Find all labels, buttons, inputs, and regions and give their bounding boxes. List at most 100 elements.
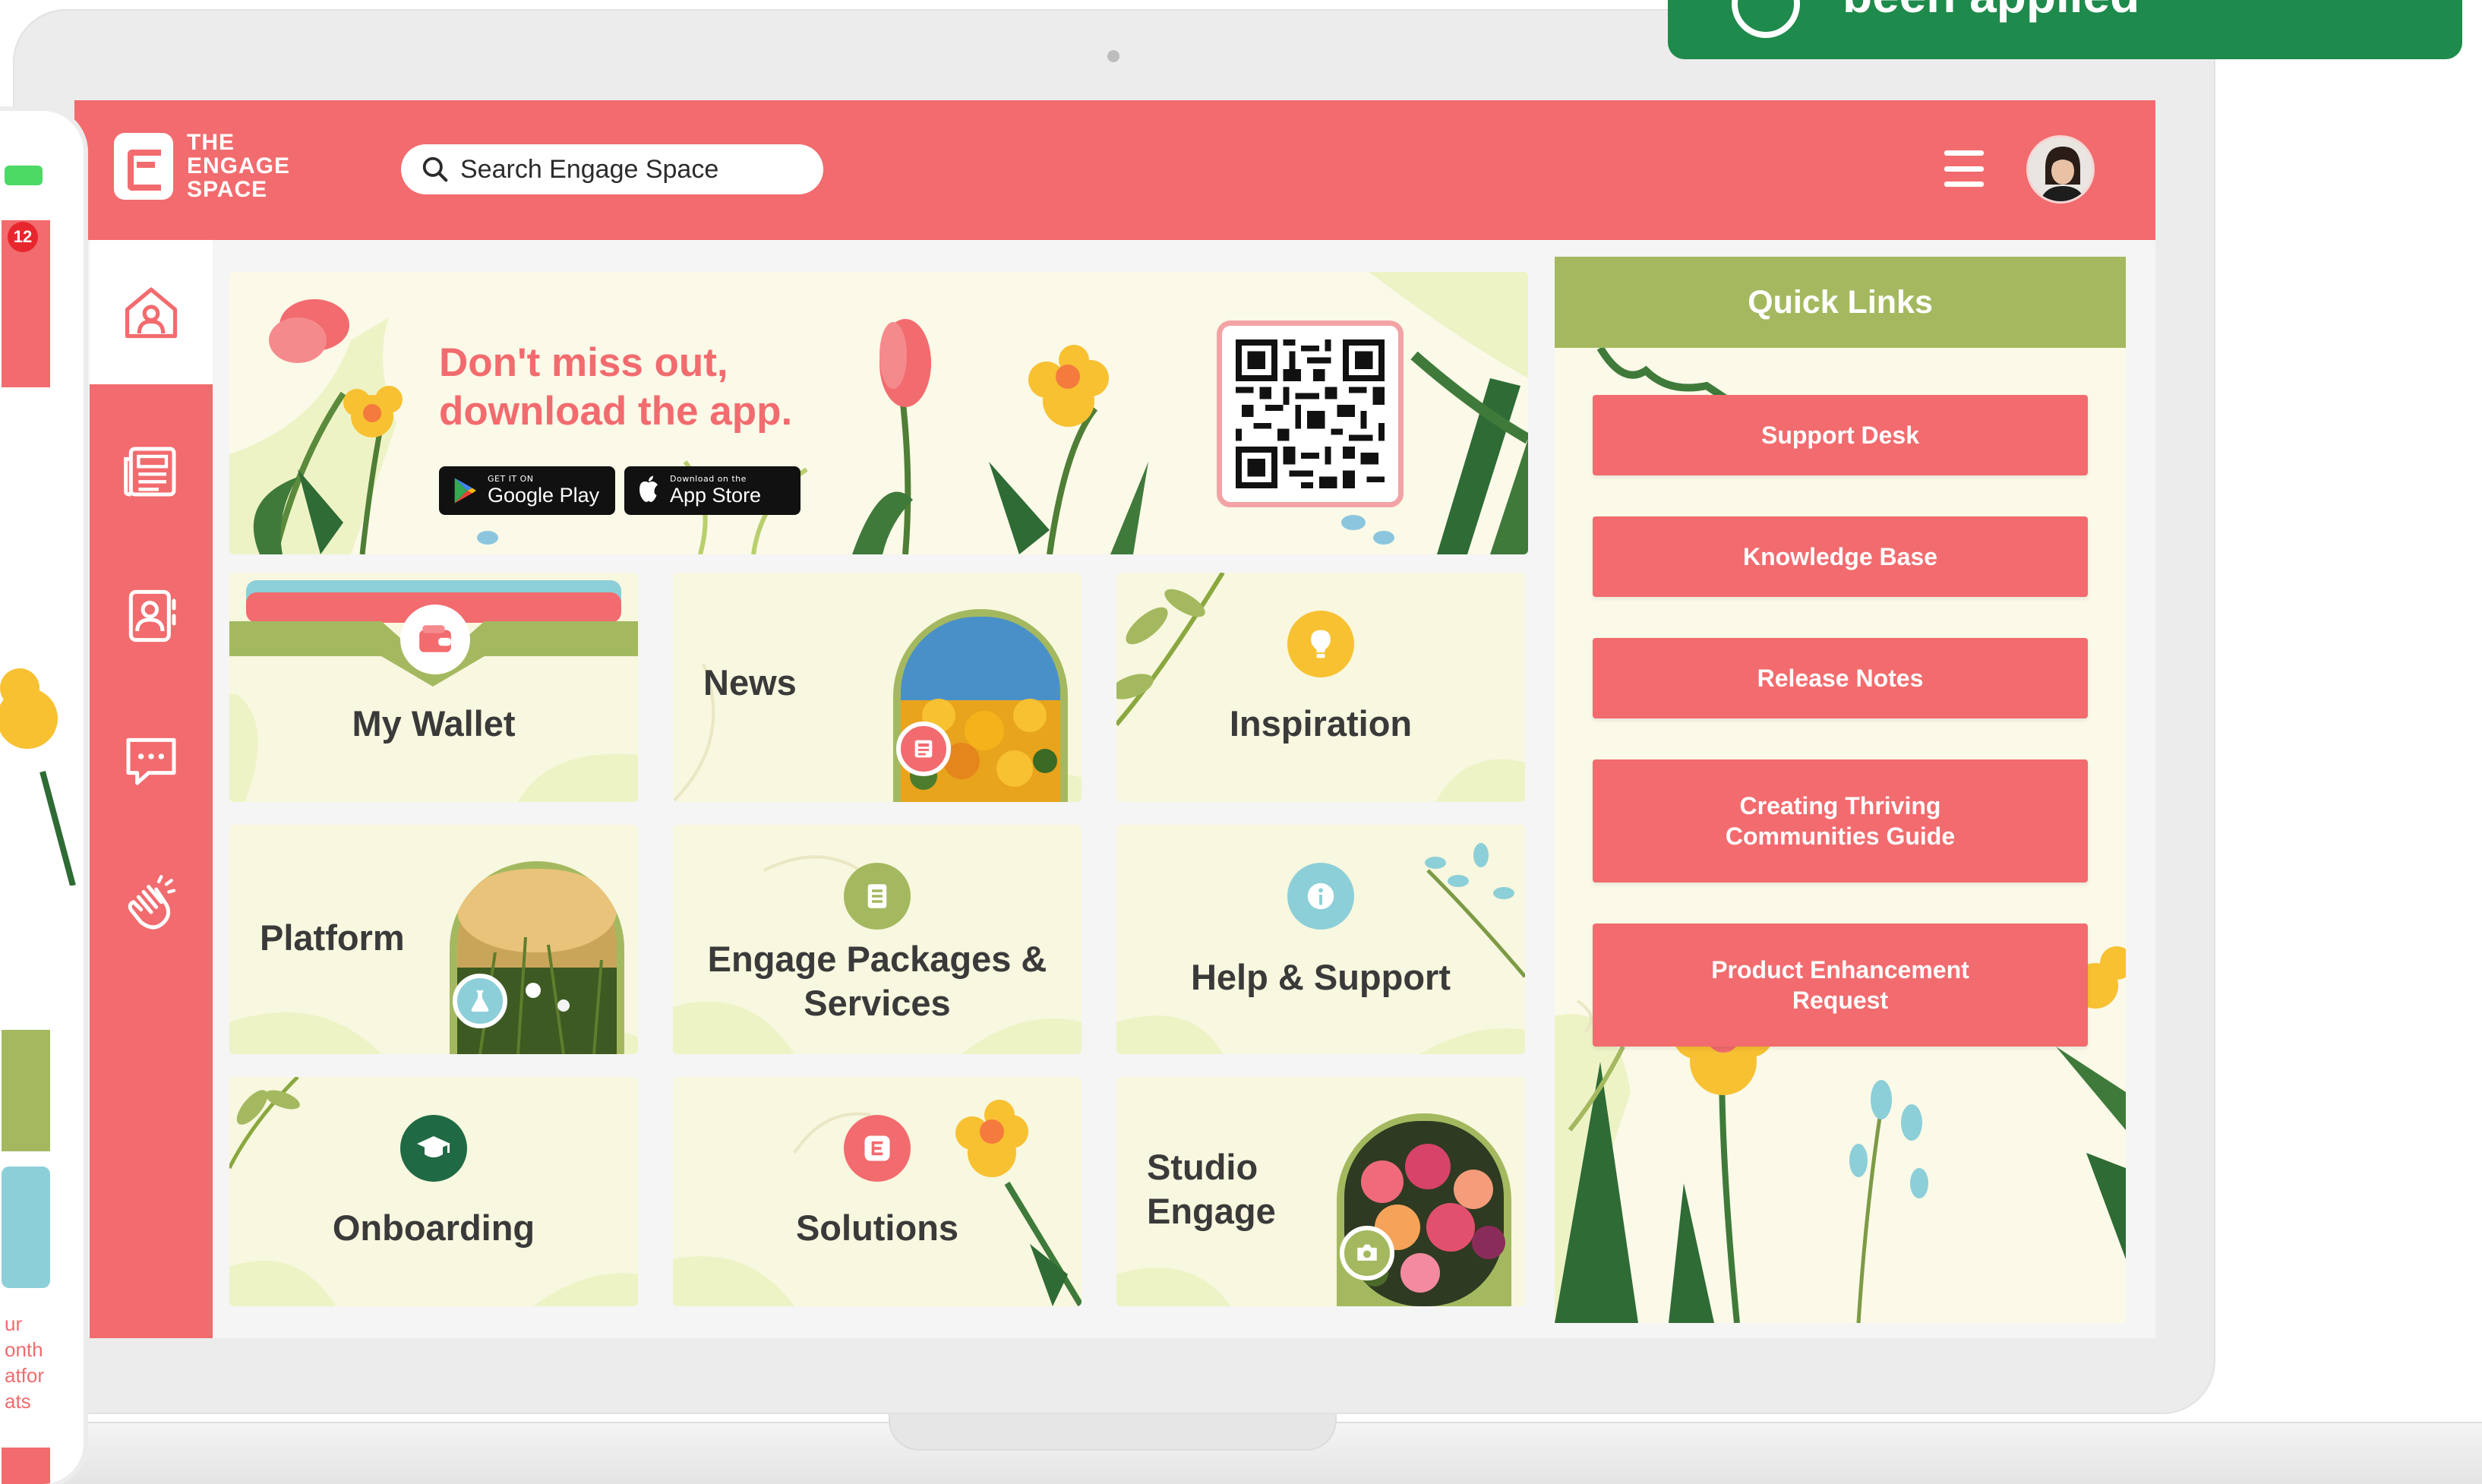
wallet-icon — [419, 625, 451, 652]
phone-text-line: ats — [5, 1390, 31, 1413]
product-enhancement-request-button[interactable]: Product Enhancement Request — [1593, 924, 2088, 1047]
tile-label: News — [703, 662, 797, 703]
phone-card-blue — [2, 1167, 50, 1288]
google-play-button[interactable]: GET IT ON Google Play — [439, 466, 615, 515]
flask-icon — [471, 990, 489, 1012]
camera-icon — [1357, 1244, 1377, 1261]
check-circle-icon — [1732, 0, 1800, 38]
phone-mockup: 12 ur onth atfor ats — [0, 106, 88, 1484]
clapping-hands-icon — [128, 875, 176, 930]
logo-line-2: ENGAGE — [187, 153, 291, 178]
chat-icon — [126, 737, 176, 785]
lightbulb-icon-badge — [1287, 611, 1354, 677]
sidebar-item-news[interactable] — [90, 399, 213, 544]
user-avatar[interactable] — [2026, 135, 2095, 204]
logo-wordmark: THE ENGAGE SPACE — [187, 131, 290, 201]
app-download-banner: Don't miss out, download the app. GET IT… — [229, 272, 1528, 554]
tile-help-support[interactable]: Help & Support — [1116, 825, 1525, 1054]
quick-links-title: Quick Links — [1555, 257, 2126, 348]
menu-line — [1944, 182, 1984, 187]
sidebar-item-contacts[interactable] — [90, 544, 213, 688]
engage-space-logo[interactable]: THE ENGAGE SPACE — [114, 131, 290, 201]
tile-solutions[interactable]: Solutions — [673, 1077, 1082, 1306]
dashboard-content: Don't miss out, download the app. GET IT… — [213, 240, 2155, 1338]
document-icon-badge — [844, 863, 911, 930]
engage-logo-icon-badge — [844, 1115, 911, 1182]
newspaper-icon — [124, 447, 176, 497]
knowledge-base-button[interactable]: Knowledge Base — [1593, 516, 2088, 597]
search-bar[interactable] — [401, 144, 823, 194]
sidebar-item-home[interactable] — [90, 240, 213, 384]
daffodil-illustration — [673, 1100, 1082, 1306]
graduation-cap-icon — [417, 1136, 450, 1157]
qr-code — [1217, 320, 1404, 507]
wallet-icon-badge — [400, 605, 470, 674]
menu-line — [1944, 150, 1984, 156]
tile-label: Platform — [260, 917, 405, 958]
logo-line-3: SPACE — [187, 177, 268, 202]
app-store-caption: Download on the — [670, 474, 747, 484]
sidebar-item-chat[interactable] — [90, 688, 213, 832]
marketing-stage: THE ENGAGE SPACE Search Engage Space Don… — [0, 0, 2482, 1484]
app-store-button[interactable]: Download on the App Store — [624, 466, 800, 515]
phone-text-line: ur — [5, 1312, 23, 1335]
tile-onboarding[interactable]: Onboarding — [229, 1077, 638, 1306]
google-play-caption: GET IT ON — [488, 474, 534, 484]
search-input[interactable] — [460, 154, 794, 185]
phone-card-green — [2, 1030, 50, 1151]
qr-code-graphic — [1236, 339, 1385, 488]
notification-badge: 12 — [8, 222, 38, 252]
tile-my-wallet[interactable]: My Wallet — [229, 573, 638, 802]
google-play-icon — [454, 478, 476, 504]
support-desk-button[interactable]: Support Desk — [1593, 395, 2088, 475]
contacts-icon — [128, 589, 176, 643]
tile-label: Studio Engage — [1147, 1147, 1276, 1231]
search-icon — [422, 156, 448, 182]
document-icon — [867, 884, 887, 908]
engage-logo-icon — [864, 1135, 890, 1161]
toast-notification: been applied — [1668, 0, 2462, 59]
tile-platform[interactable]: Platform — [229, 825, 638, 1054]
apple-icon — [639, 475, 658, 502]
thriving-communities-guide-button[interactable]: Creating Thriving Communities Guide — [1593, 759, 2088, 883]
news-icon-badge — [896, 721, 951, 776]
tile-label: Onboarding — [332, 1208, 535, 1248]
top-bar: THE ENGAGE SPACE — [74, 100, 2155, 240]
sidebar-item-kudos[interactable] — [90, 832, 213, 977]
menu-button[interactable] — [1944, 150, 1984, 187]
quick-links-panel: Quick Links Support Desk Knowledge Base … — [1555, 257, 2126, 1323]
lightbulb-icon — [1311, 630, 1331, 658]
onboarding-background-illustration — [229, 1077, 638, 1306]
phone-daffodil-illustration — [0, 668, 76, 886]
phone-text-fragment: ur onth atfor ats — [5, 1311, 44, 1414]
banner-title: Don't miss out, download the app. — [439, 340, 793, 434]
tile-engage-packages[interactable]: Engage Packages & Services — [673, 825, 1082, 1054]
tile-label: Inspiration — [1229, 703, 1413, 744]
info-icon — [1307, 883, 1334, 910]
app-store-label: App Store — [670, 484, 762, 507]
menu-line — [1944, 166, 1984, 172]
leaf-sprig-illustration — [1116, 573, 1525, 802]
google-play-label: Google Play — [488, 484, 600, 507]
release-notes-button[interactable]: Release Notes — [1593, 638, 2088, 718]
info-icon-badge — [1287, 863, 1354, 930]
home-icon — [125, 287, 178, 339]
blue-flowers-illustration — [1116, 843, 1525, 1054]
logo-line-1: THE — [187, 130, 235, 155]
tile-label: Engage Packages & Services — [707, 939, 1047, 1023]
avatar-portrait-icon — [2029, 137, 2092, 201]
tile-label: Solutions — [795, 1208, 959, 1248]
battery-icon — [5, 166, 43, 185]
tile-inspiration[interactable]: Inspiration — [1116, 573, 1525, 802]
logo-mark-icon — [114, 132, 173, 200]
phone-text-line: atfor — [5, 1364, 45, 1387]
camera-icon-badge — [1340, 1226, 1394, 1280]
flask-icon-badge — [453, 974, 507, 1028]
webcam-dot — [1107, 50, 1119, 62]
tile-news[interactable]: News — [673, 573, 1082, 802]
phone-bottom-bar — [2, 1448, 50, 1484]
toast-message: been applied — [1843, 0, 2139, 26]
sidebar-nav — [90, 240, 213, 1338]
laptop-hinge-notch — [889, 1414, 1337, 1451]
tile-studio-engage[interactable]: Studio Engage — [1116, 1077, 1525, 1306]
